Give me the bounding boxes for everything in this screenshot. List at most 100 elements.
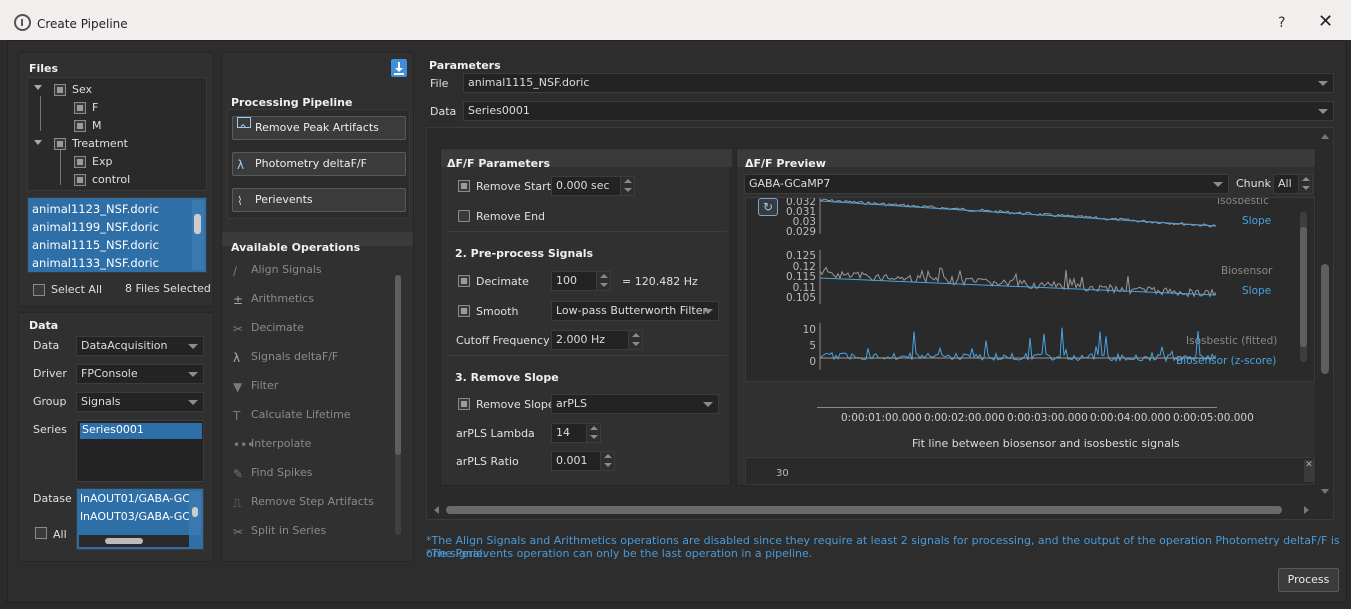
- remove-start-input[interactable]: 0.000 sec: [551, 176, 635, 196]
- dataset-list-item[interactable]: lnAOUT03/GABA-GC: [80, 510, 190, 523]
- spin-down-icon[interactable]: [620, 186, 634, 195]
- remove-start-checkbox[interactable]: [458, 180, 470, 192]
- op-filter[interactable]: ▼ Filter: [233, 379, 278, 394]
- file-list-item[interactable]: animal1199_NSF.doric: [32, 220, 159, 234]
- tree-item-treatment[interactable]: Treatment: [72, 137, 128, 150]
- lower-plot-area[interactable]: 30 ✕: [745, 457, 1315, 485]
- op-arithmetics[interactable]: ± Arithmetics: [233, 292, 315, 307]
- spin-up-icon[interactable]: [596, 272, 610, 281]
- exp-checkbox[interactable]: [74, 156, 86, 168]
- spin-down-icon[interactable]: [1298, 184, 1312, 193]
- cutoff-value: 2.000 Hz: [556, 333, 606, 346]
- chunk-input[interactable]: All: [1273, 174, 1313, 194]
- spin-down-icon[interactable]: [600, 461, 614, 470]
- all-label[interactable]: All: [53, 528, 67, 541]
- step-photometry-deltaff[interactable]: λ Photometry deltaF/F: [232, 152, 406, 176]
- file-select[interactable]: animal1115_NSF.doric: [463, 73, 1334, 93]
- smooth-select[interactable]: Low-pass Butterworth Filter: [551, 301, 719, 321]
- cutoff-input[interactable]: 2.000 Hz: [551, 330, 643, 350]
- spin-down-icon[interactable]: [586, 433, 600, 442]
- dataset-list[interactable]: lnAOUT01/GABA-GC lnAOUT03/GABA-GC: [76, 488, 204, 550]
- operations-list[interactable]: ∕ Align Signals ± Arithmetics ✂ Decimate λS…: [227, 255, 410, 555]
- lambda-input[interactable]: 14: [551, 423, 601, 443]
- op-split-in-series[interactable]: ✂ Split in Series: [233, 524, 326, 539]
- remove-end-checkbox[interactable]: [458, 210, 470, 222]
- spin-up-icon[interactable]: [600, 452, 614, 461]
- step-perievents[interactable]: ⌇ Perievents: [232, 188, 406, 212]
- op-interpolate[interactable]: •••Interpolate: [233, 437, 311, 452]
- dff-preview-panel: ΔF/F Preview GABA-GCaMP7 Chunk All ↻ 0.0…: [736, 148, 1316, 486]
- tree-item-exp[interactable]: Exp: [92, 155, 112, 168]
- dataset-label: Datase: [33, 492, 72, 505]
- op-signals-deltaff[interactable]: λ Signals deltaF/F: [233, 350, 338, 365]
- sex-checkbox[interactable]: [54, 84, 66, 96]
- close-icon[interactable]: ✕: [1304, 460, 1314, 482]
- op-label: Arithmetics: [251, 292, 315, 305]
- dataset-list-item[interactable]: lnAOUT01/GABA-GC: [80, 492, 190, 505]
- spin-up-icon[interactable]: [628, 331, 642, 340]
- chevron-down-icon: [1213, 182, 1223, 187]
- file-list-scrollbar[interactable]: [192, 200, 204, 270]
- decimate-input[interactable]: 100: [551, 271, 611, 291]
- data-select[interactable]: DataAcquisition: [76, 336, 204, 356]
- file-list-item[interactable]: animal1115_NSF.doric: [32, 238, 159, 252]
- group-select[interactable]: Signals: [76, 392, 204, 412]
- series-list[interactable]: Series0001: [76, 420, 204, 482]
- parameters-vscrollbar[interactable]: [1319, 134, 1331, 494]
- file-list-item[interactable]: animal1133_NSF.doric: [32, 256, 159, 270]
- remove-slope-checkbox[interactable]: [458, 398, 470, 410]
- spin-up-icon[interactable]: [586, 424, 600, 433]
- data-param-select[interactable]: Series0001: [463, 101, 1334, 121]
- tree-item-control[interactable]: control: [92, 173, 130, 186]
- tree-line: [40, 96, 41, 131]
- op-align-signals[interactable]: ∕ Align Signals: [233, 263, 322, 278]
- dataset-vscrollbar[interactable]: [189, 491, 201, 535]
- select-all-checkbox[interactable]: [33, 284, 45, 296]
- data-param-value: Series0001: [468, 104, 530, 117]
- f-checkbox[interactable]: [74, 102, 86, 114]
- op-remove-step-artifacts[interactable]: ⎍ Remove Step Artifacts: [233, 495, 374, 510]
- files-selected-count: 8 Files Selected: [125, 282, 211, 295]
- ratio-input[interactable]: 0.001: [551, 451, 615, 471]
- file-list[interactable]: animal1123_NSF.doric animal1199_NSF.dori…: [27, 197, 207, 273]
- expand-icon[interactable]: [34, 140, 42, 145]
- spin-down-icon[interactable]: [628, 340, 642, 349]
- series-list-item[interactable]: Series0001: [80, 423, 202, 439]
- parameters-hscrollbar[interactable]: [434, 504, 1314, 516]
- driver-select[interactable]: FPConsole: [76, 364, 204, 384]
- preview-plots-area[interactable]: ↻ 0.032 0.031 0.03 0.029 Isosbestic Slop…: [745, 197, 1315, 382]
- spin-up-icon[interactable]: [1298, 175, 1312, 184]
- step-remove-peak-artifacts[interactable]: ⌃ Remove Peak Artifacts: [232, 116, 406, 140]
- treatment-checkbox[interactable]: [54, 138, 66, 150]
- select-all-label[interactable]: Select All: [51, 283, 102, 296]
- op-find-spikes[interactable]: ✎ Find Spikes: [233, 466, 313, 481]
- all-checkbox[interactable]: [35, 527, 47, 539]
- spin-up-icon[interactable]: [620, 177, 634, 186]
- plots-scrollbar[interactable]: [1300, 212, 1307, 362]
- remove-slope-select[interactable]: arPLS: [551, 394, 719, 414]
- ratio-value: 0.001: [556, 454, 588, 467]
- tree-item-m[interactable]: M: [92, 119, 102, 132]
- help-button[interactable]: ?: [1278, 15, 1285, 31]
- op-decimate[interactable]: ✂ Decimate: [233, 321, 304, 336]
- series-label: Series: [33, 423, 67, 436]
- operations-scrollbar[interactable]: [395, 275, 401, 535]
- tree-item-sex[interactable]: Sex: [72, 83, 92, 96]
- m-checkbox[interactable]: [74, 120, 86, 132]
- channel-select[interactable]: GABA-GCaMP7: [744, 174, 1229, 194]
- smooth-checkbox[interactable]: [458, 305, 470, 317]
- dataset-hscrollbar[interactable]: [79, 535, 189, 547]
- tree-item-f[interactable]: F: [92, 101, 98, 114]
- file-list-item[interactable]: animal1123_NSF.doric: [32, 202, 159, 216]
- expand-icon[interactable]: [34, 85, 42, 90]
- note-perievents: *The Perievents operation can only be th…: [426, 547, 813, 560]
- x-tick: 0:00:04:00.000: [1090, 412, 1171, 424]
- process-button[interactable]: Process: [1278, 568, 1339, 592]
- op-calculate-lifetime[interactable]: T Calculate Lifetime: [233, 408, 351, 423]
- control-checkbox[interactable]: [74, 174, 86, 186]
- decimate-checkbox[interactable]: [458, 275, 470, 287]
- close-button[interactable]: ✕: [1318, 11, 1333, 32]
- download-icon[interactable]: [391, 59, 407, 77]
- spin-down-icon[interactable]: [596, 281, 610, 290]
- files-tree[interactable]: Sex F M Treatment Exp control: [27, 77, 207, 191]
